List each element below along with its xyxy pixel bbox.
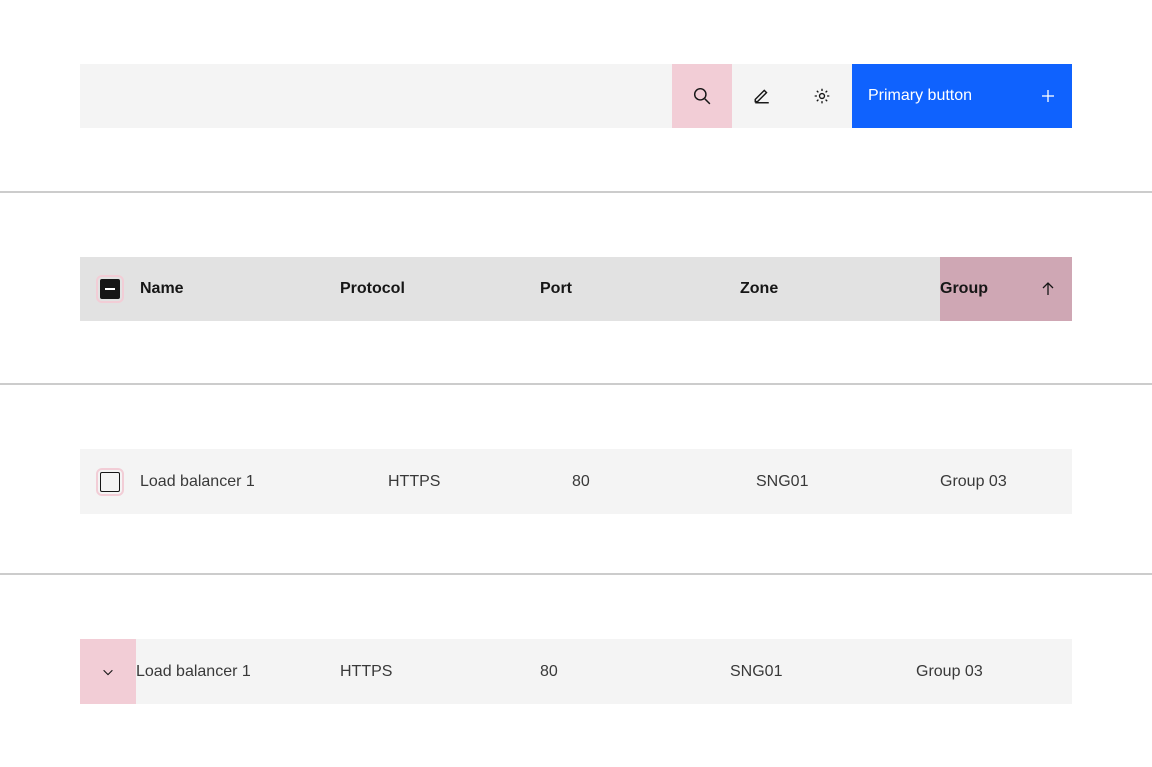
chevron-down-icon <box>101 665 115 679</box>
table-header: Name Protocol Port Zone Group <box>80 257 1072 321</box>
search-icon <box>693 87 711 105</box>
edit-button[interactable] <box>732 64 792 128</box>
plus-icon <box>1040 88 1056 104</box>
cell-name: Load balancer 1 <box>136 663 336 681</box>
row-expand-toggle[interactable] <box>80 639 136 704</box>
cell-protocol: HTTPS <box>340 473 540 491</box>
cell-group: Group 03 <box>916 639 1072 704</box>
edit-icon <box>753 87 771 105</box>
cell-zone: SNG01 <box>740 473 940 491</box>
column-header-name[interactable]: Name <box>140 280 340 298</box>
table-row[interactable]: Load balancer 1 HTTPS 80 SNG01 Group 03 <box>80 639 1072 704</box>
checkbox-indeterminate-icon <box>100 279 120 299</box>
cell-name: Load balancer 1 <box>140 473 340 491</box>
table-row[interactable]: Load balancer 1 HTTPS 80 SNG01 Group 03 <box>80 449 1072 514</box>
cell-group-label: Group 03 <box>940 473 1007 491</box>
select-all-checkbox[interactable] <box>80 257 140 321</box>
toolbar-search-area[interactable] <box>80 64 672 128</box>
search-button[interactable] <box>672 64 732 128</box>
toolbar: Primary button <box>80 64 1072 128</box>
cell-protocol: HTTPS <box>336 663 536 681</box>
checkbox-empty-icon <box>100 472 120 492</box>
row-checkbox[interactable] <box>80 449 140 514</box>
column-header-protocol[interactable]: Protocol <box>340 280 540 298</box>
column-header-zone[interactable]: Zone <box>740 280 940 298</box>
primary-button[interactable]: Primary button <box>852 64 1072 128</box>
cell-group: Group 03 <box>940 449 1072 514</box>
column-header-group-label: Group <box>940 280 988 298</box>
cell-port: 80 <box>536 663 726 681</box>
gear-icon <box>813 87 831 105</box>
cell-zone: SNG01 <box>726 663 916 681</box>
column-header-group[interactable]: Group <box>940 257 1072 321</box>
column-header-port[interactable]: Port <box>540 280 740 298</box>
settings-button[interactable] <box>792 64 852 128</box>
primary-button-label: Primary button <box>868 87 972 105</box>
cell-group-label: Group 03 <box>916 663 983 681</box>
cell-port: 80 <box>540 473 740 491</box>
arrow-up-icon <box>1040 281 1056 297</box>
